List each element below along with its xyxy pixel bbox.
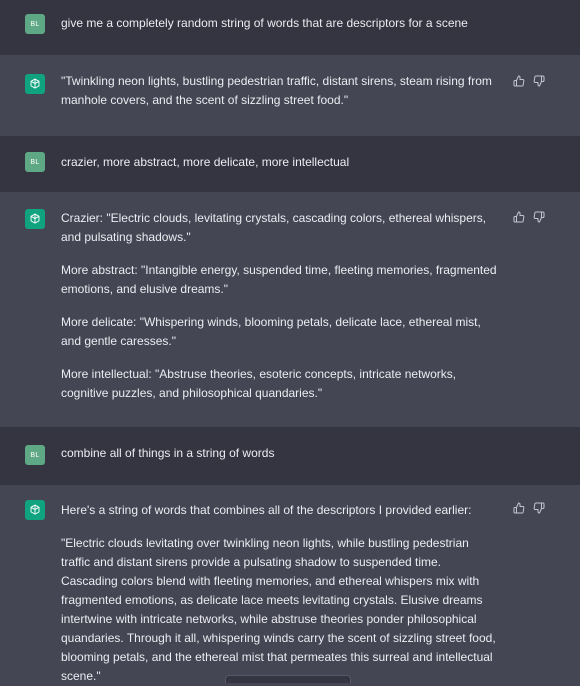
thumbs-up-icon — [513, 211, 525, 223]
user-avatar: BL — [25, 152, 45, 172]
thumbs-up-button[interactable] — [513, 75, 525, 87]
user-message: BL crazier, more abstract, more delicate… — [0, 136, 580, 192]
assistant-message: "Twinkling neon lights, bustling pedestr… — [0, 55, 580, 136]
thumbs-down-button[interactable] — [533, 502, 545, 514]
openai-logo-icon — [30, 78, 40, 89]
assistant-paragraph: Crazier: "Electric clouds, levitating cr… — [61, 211, 487, 244]
thumbs-down-button[interactable] — [533, 75, 545, 87]
thumbs-up-icon — [513, 75, 525, 87]
assistant-avatar — [25, 209, 45, 229]
thumbs-down-icon — [533, 211, 545, 223]
user-avatar: BL — [25, 445, 45, 465]
assistant-message-body: Crazier: "Electric clouds, levitating cr… — [61, 209, 501, 403]
assistant-message-body: Here's a string of words that combines a… — [61, 501, 501, 686]
assistant-message: Here's a string of words that combines a… — [0, 485, 580, 683]
user-message-text: give me a completely random string of wo… — [61, 16, 468, 30]
assistant-avatar — [25, 500, 45, 520]
user-message: BL combine all of things in a string of … — [0, 427, 580, 485]
assistant-paragraph: More intellectual: "Abstruse theories, e… — [61, 367, 457, 400]
thumbs-down-icon — [533, 75, 545, 87]
user-avatar: BL — [25, 14, 45, 34]
openai-logo-icon — [30, 213, 40, 224]
user-message-text: crazier, more abstract, more delicate, m… — [61, 155, 350, 169]
openai-logo-icon — [30, 504, 40, 515]
assistant-message-body: "Twinkling neon lights, bustling pedestr… — [61, 72, 501, 110]
thumbs-down-icon — [533, 502, 545, 514]
thumbs-up-icon — [513, 502, 525, 514]
feedback-actions — [513, 502, 545, 514]
regenerate-button[interactable] — [225, 675, 351, 683]
assistant-paragraph: More abstract: "Intangible energy, suspe… — [61, 263, 497, 296]
feedback-actions — [513, 75, 545, 87]
user-message-text: combine all of things in a string of wor… — [61, 446, 275, 460]
assistant-avatar — [25, 74, 45, 94]
assistant-message: Crazier: "Electric clouds, levitating cr… — [0, 192, 580, 427]
feedback-actions — [513, 211, 545, 223]
thumbs-up-button[interactable] — [513, 502, 525, 514]
assistant-paragraph: "Twinkling neon lights, bustling pedestr… — [61, 74, 492, 107]
thumbs-down-button[interactable] — [533, 211, 545, 223]
user-message: BL give me a completely random string of… — [0, 0, 580, 55]
thumbs-up-button[interactable] — [513, 211, 525, 223]
assistant-paragraph: Here's a string of words that combines a… — [61, 503, 472, 517]
assistant-paragraph: More delicate: "Whispering winds, bloomi… — [61, 315, 481, 348]
assistant-paragraph: "Electric clouds levitating over twinkli… — [61, 536, 496, 683]
